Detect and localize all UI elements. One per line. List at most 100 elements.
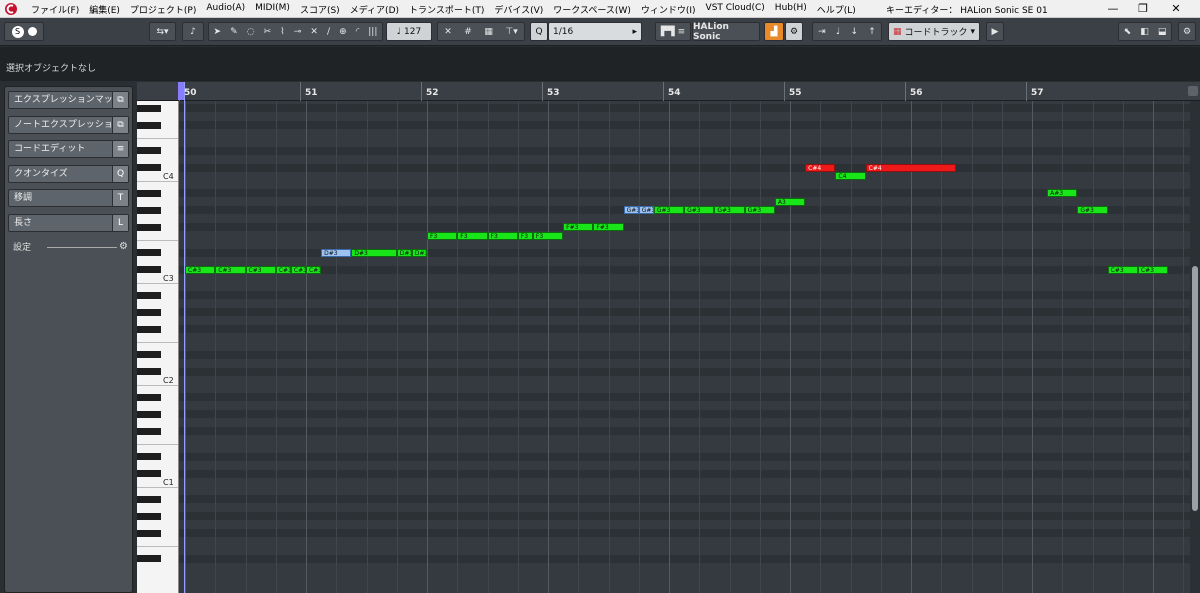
menu-item[interactable]: ヘルプ(L)	[812, 3, 861, 16]
vertical-scroll-thumb[interactable]	[1192, 266, 1198, 511]
piano-black-key[interactable]	[137, 206, 161, 214]
menu-item[interactable]: ワークスペース(W)	[548, 3, 636, 16]
piano-black-key[interactable]	[137, 104, 161, 112]
midi-note[interactable]: F3	[487, 231, 518, 240]
cursor-snap-icon[interactable]: ⊤▾	[505, 27, 517, 37]
curve-tool-icon[interactable]: ◜	[356, 27, 360, 37]
inspector-section-button[interactable]: エクスプレッションマップ ⧉	[8, 91, 129, 109]
menu-item[interactable]: Audio(A)	[201, 3, 250, 16]
step-input-button[interactable]: ♪	[182, 22, 204, 41]
solo-record-group[interactable]: S	[4, 22, 44, 41]
zoom-tool-icon[interactable]: ⊕	[339, 27, 347, 37]
midi-note[interactable]: F#3	[593, 223, 624, 231]
glue-tool-icon[interactable]: ⊸	[294, 27, 302, 37]
piano-black-key[interactable]	[137, 308, 161, 316]
midi-note[interactable]: F3	[517, 231, 533, 240]
piano-black-key[interactable]	[137, 368, 161, 375]
piano-black-key[interactable]	[137, 470, 161, 477]
piano-black-key[interactable]	[137, 325, 161, 333]
note-down-icon[interactable]: ↓	[850, 27, 858, 37]
transport-button[interactable]: ▶	[986, 22, 1004, 41]
midi-note[interactable]: F3	[457, 231, 488, 240]
chord-track-select[interactable]: ▦ コードトラック ▾	[888, 22, 980, 41]
piano-black-key[interactable]	[137, 529, 161, 537]
midi-note[interactable]: G#3	[1077, 206, 1108, 214]
inspector-section-button[interactable]: クオンタイズ Q	[8, 164, 129, 183]
solo-icon[interactable]: S	[11, 25, 24, 38]
menu-item[interactable]: Hub(H)	[770, 3, 812, 16]
midi-note[interactable]: G#3	[638, 206, 654, 214]
midi-note[interactable]: F3	[532, 231, 564, 240]
quarter-note-icon[interactable]: ♩	[836, 27, 840, 37]
midi-note[interactable]: D#3	[411, 248, 427, 257]
inspector-section-button[interactable]: コードエディット ≡	[8, 140, 129, 158]
piano-black-key[interactable]	[137, 453, 161, 460]
auto-scroll-button[interactable]: ⇆▾	[149, 22, 176, 41]
snap-mode-icon[interactable]: ▦	[484, 27, 493, 37]
menu-item[interactable]: ファイル(F)	[26, 3, 84, 16]
midi-note[interactable]: C4	[835, 172, 866, 180]
quantize-preset-select[interactable]: 1/16 ▸	[548, 22, 642, 41]
midi-note[interactable]: C#3	[245, 265, 276, 274]
midi-note[interactable]: G#3	[714, 206, 745, 214]
midi-note[interactable]: D#3	[396, 248, 412, 257]
quantize-button[interactable]: Q	[530, 22, 548, 41]
midi-note[interactable]: G#3	[623, 206, 639, 214]
midi-note[interactable]: D#3	[321, 248, 352, 257]
inspector-toggle-icon[interactable]: ⬉	[1124, 27, 1132, 37]
midi-note[interactable]: C#3	[1137, 265, 1169, 274]
acoustic-feedback-button[interactable]: ▛▜ ≡	[655, 22, 691, 41]
midi-note[interactable]: C#3	[290, 265, 306, 274]
independent-track-loop-button[interactable]: ▟	[764, 22, 784, 41]
note-display[interactable]: C#3 C#3 C#3 C#3 C#3 C#3 D#3 D#3 D#3 D#3 F3 F3 F3 F3 F3…	[179, 101, 1190, 593]
piano-black-key[interactable]	[137, 164, 161, 171]
menu-item[interactable]: デバイス(V)	[489, 3, 548, 16]
velocity-field[interactable]: ♩ 127	[386, 22, 432, 41]
piano-black-key[interactable]	[137, 410, 161, 418]
piano-black-key[interactable]	[137, 351, 161, 358]
inspector-section-button[interactable]: 長さ L	[8, 213, 129, 232]
maximize-button[interactable]: ❐	[1133, 2, 1153, 16]
trim-tool-icon[interactable]: ✂	[264, 27, 272, 37]
minimize-button[interactable]: —	[1103, 2, 1123, 16]
settings-button[interactable]: ⚙	[1178, 22, 1196, 41]
step-forward-icon[interactable]: ⇥	[818, 27, 826, 37]
midi-note[interactable]: A3	[774, 197, 806, 206]
piano-black-key[interactable]	[137, 393, 161, 401]
note-up-icon[interactable]: ↑	[868, 27, 876, 37]
piano-black-key[interactable]	[137, 147, 161, 154]
midi-note[interactable]: C#3	[185, 265, 216, 274]
midi-note[interactable]: C#4	[865, 163, 957, 172]
menu-item[interactable]: トランスポート(T)	[404, 3, 489, 16]
line-tool-icon[interactable]: /	[327, 27, 330, 37]
midi-note[interactable]: G#3	[744, 206, 775, 214]
close-button[interactable]: ✕	[1166, 2, 1186, 16]
piano-black-key[interactable]	[137, 495, 161, 503]
midi-note[interactable]: C#3	[306, 265, 322, 274]
piano-black-key[interactable]	[137, 121, 161, 129]
piano-black-key[interactable]	[137, 555, 161, 562]
piano-black-key[interactable]	[137, 291, 161, 299]
inspector-section-button[interactable]: 移調 T	[8, 189, 129, 207]
menu-item[interactable]: ウィンドウ(I)	[636, 3, 701, 16]
menu-item[interactable]: スコア(S)	[295, 3, 345, 16]
menu-item[interactable]: 編集(E)	[84, 3, 125, 16]
piano-black-key[interactable]	[137, 189, 161, 197]
midi-note[interactable]: D#3	[351, 248, 397, 257]
timeline-ruler[interactable]: 50 51 52 53 54 55 56 57	[137, 82, 1200, 101]
record-icon[interactable]	[27, 27, 37, 36]
piano-black-key[interactable]	[137, 249, 161, 256]
midi-note[interactable]: G#3	[684, 206, 715, 214]
midi-note[interactable]: G#3	[653, 206, 685, 214]
midi-note[interactable]: C#3	[275, 265, 291, 274]
instrument-select[interactable]: HALion Sonic	[692, 22, 760, 42]
grid-icon[interactable]: #	[464, 27, 472, 37]
pointer-tool-icon[interactable]: ➤	[214, 27, 222, 37]
erase-tool-icon[interactable]: ◌	[247, 27, 255, 37]
piano-black-key[interactable]	[137, 223, 161, 231]
midi-note[interactable]: C#3	[1107, 265, 1138, 274]
column-tool-icon[interactable]: |||	[368, 27, 377, 37]
vertical-scrollbar[interactable]	[1190, 101, 1200, 593]
left-zone-icon[interactable]: ◧	[1140, 27, 1149, 37]
mute-tool-icon[interactable]: ✕	[310, 27, 318, 37]
